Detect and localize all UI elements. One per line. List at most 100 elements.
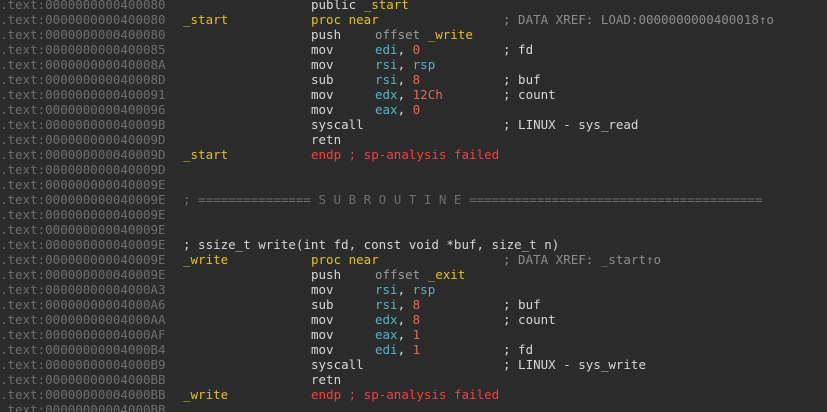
line-comment[interactable]: ; fd (503, 342, 533, 357)
line-address[interactable]: .text:0000000000400091 (0, 87, 166, 102)
line-mnemonic[interactable]: retn (311, 372, 341, 387)
line-operands[interactable]: offset _write (375, 27, 473, 42)
line-text-token[interactable]: ; ssize_t write(int fd, const void *buf,… (183, 237, 559, 252)
line-address[interactable]: .text:000000000040008A (0, 57, 166, 72)
line-mnemonic[interactable]: endp ; sp-analysis failed (311, 387, 499, 402)
line-address[interactable]: .text:00000000004000BB (0, 372, 166, 387)
line-operands-token[interactable]: rsp (413, 57, 436, 72)
line-mnemonic-token[interactable]: retn (311, 372, 341, 387)
line-operands[interactable]: rsi, rsp (375, 57, 435, 72)
line-operands-token[interactable]: rsi (375, 72, 398, 87)
line-address[interactable]: .text:000000000040009D (0, 147, 166, 162)
line-address[interactable]: .text:00000000004000B9 (0, 357, 166, 372)
line-label[interactable]: _write (183, 252, 228, 267)
line-mnemonic-token[interactable]: push (311, 27, 341, 42)
listing-line[interactable]: .text:00000000004000B9 syscall ; LINUX - s… (0, 357, 827, 372)
line-operands-token[interactable]: rsi (375, 282, 398, 297)
line-operands-token[interactable]: 8 (413, 72, 421, 87)
listing-line[interactable]: .text:000000000040009D retn (0, 132, 827, 147)
listing-line[interactable]: .text:000000000040009B syscall ; LINUX - s… (0, 117, 827, 132)
line-operands-token[interactable]: offset (375, 27, 428, 42)
line-mnemonic-token[interactable]: public (311, 0, 364, 12)
line-operands[interactable]: offset _exit (375, 267, 465, 282)
line-address[interactable]: .text:00000000004000B4 (0, 342, 166, 357)
line-comment[interactable]: ; buf (503, 72, 541, 87)
line-mnemonic-token[interactable]: mov (311, 282, 334, 297)
line-comment[interactable]: ; fd (503, 42, 533, 57)
line-operands-token[interactable]: edx (375, 87, 398, 102)
line-comment-token[interactable]: ; DATA XREF: _start↑o (503, 252, 661, 267)
line-operands-token[interactable]: , (398, 57, 413, 72)
line-address[interactable]: .text:000000000040009D (0, 132, 166, 147)
line-mnemonic[interactable]: sub (311, 72, 334, 87)
line-mnemonic-token[interactable]: retn (311, 132, 341, 147)
line-mnemonic[interactable]: mov (311, 102, 334, 117)
line-operands-token[interactable]: 0 (413, 102, 421, 117)
line-operands-token[interactable]: edx (375, 312, 398, 327)
line-operands-token[interactable]: eax (375, 102, 398, 117)
listing-line[interactable]: .text:00000000004000A3 mov rsi, rsp (0, 282, 827, 297)
line-mnemonic-token[interactable]: mov (311, 42, 334, 57)
listing-line[interactable]: .text:0000000000400091 mov edx, 12Ch ; coun… (0, 87, 827, 102)
line-mnemonic[interactable]: mov (311, 312, 334, 327)
line-mnemonic-token[interactable]: sub (311, 72, 334, 87)
listing-line[interactable]: .text:000000000040009E push offset _exit (0, 267, 827, 282)
line-operands-token[interactable]: , (398, 327, 413, 342)
line-address[interactable]: .text:000000000040009E (0, 192, 166, 207)
listing-line[interactable]: .text:00000000004000BB (0, 402, 827, 412)
line-address[interactable]: .text:000000000040009D (0, 162, 166, 177)
line-operands[interactable]: rsi, 8 (375, 72, 420, 87)
listing-line[interactable]: .text:00000000004000A6 sub rsi, 8 ; buf (0, 297, 827, 312)
line-mnemonic-token[interactable]: syscall (311, 117, 364, 132)
line-operands[interactable]: edx, 12Ch (375, 87, 443, 102)
line-operands-token[interactable]: eax (375, 327, 398, 342)
line-address[interactable]: .text:0000000000400080 (0, 27, 166, 42)
line-comment-token[interactable]: ; DATA XREF: LOAD:0000000000400018↑o (503, 12, 774, 27)
line-operands[interactable]: edi, 1 (375, 342, 420, 357)
line-mnemonic-token[interactable]: mov (311, 327, 334, 342)
line-operands-token[interactable]: , (398, 72, 413, 87)
listing-line[interactable]: .text:0000000000400080 _start proc near ; D… (0, 12, 827, 27)
line-mnemonic[interactable]: mov (311, 42, 334, 57)
line-operands-token[interactable]: _write (428, 27, 473, 42)
line-operands-token[interactable]: offset (375, 267, 428, 282)
line-operands-token[interactable]: 8 (413, 297, 421, 312)
line-operands[interactable]: rsi, 8 (375, 297, 420, 312)
line-comment-token[interactable]: ; LINUX - sys_read (503, 117, 638, 132)
listing-line[interactable]: .text:000000000040009D (0, 162, 827, 177)
line-mnemonic[interactable]: proc near (311, 252, 379, 267)
line-comment-token[interactable]: ; buf (503, 297, 541, 312)
line-comment[interactable]: ; count (503, 87, 556, 102)
line-operands-token[interactable]: , (398, 282, 413, 297)
listing-line[interactable]: .text:000000000040009E ; =============== … (0, 192, 827, 207)
line-operands-token[interactable]: 1 (413, 342, 421, 357)
line-operands-token[interactable]: , (398, 42, 413, 57)
line-mnemonic[interactable]: syscall (311, 357, 364, 372)
listing-line[interactable]: .text:000000000040009D _start endp ; sp-an… (0, 147, 827, 162)
line-address[interactable]: .text:00000000004000AA (0, 312, 166, 327)
line-address[interactable]: .text:0000000000400096 (0, 102, 166, 117)
line-operands-token[interactable]: , (398, 102, 413, 117)
line-comment[interactable]: ; buf (503, 297, 541, 312)
line-operands[interactable]: edi, 0 (375, 42, 420, 57)
line-mnemonic-token[interactable]: _start (364, 0, 409, 12)
line-mnemonic[interactable]: sub (311, 297, 334, 312)
line-mnemonic-token[interactable]: push (311, 267, 341, 282)
line-mnemonic-token[interactable]: endp ; sp-analysis failed (311, 147, 499, 162)
line-mnemonic[interactable]: mov (311, 87, 334, 102)
line-mnemonic-token[interactable]: mov (311, 102, 334, 117)
line-address[interactable]: .text:00000000004000BB (0, 387, 166, 402)
listing-line[interactable]: .text:0000000000400096 mov eax, 0 (0, 102, 827, 117)
line-mnemonic-token[interactable]: mov (311, 57, 334, 72)
line-operands-token[interactable]: edi (375, 342, 398, 357)
line-address[interactable]: .text:000000000040009E (0, 252, 166, 267)
line-operands[interactable]: eax, 0 (375, 102, 420, 117)
listing-line[interactable]: .text:00000000004000AF mov eax, 1 (0, 327, 827, 342)
line-comment-token[interactable]: ; LINUX - sys_write (503, 357, 646, 372)
line-mnemonic[interactable]: syscall (311, 117, 364, 132)
line-label[interactable]: _write (183, 387, 228, 402)
line-comment[interactable]: ; DATA XREF: LOAD:0000000000400018↑o (503, 12, 774, 27)
line-address[interactable]: .text:0000000000400080 (0, 0, 166, 12)
line-mnemonic-token[interactable]: mov (311, 342, 334, 357)
line-address[interactable]: .text:000000000040009E (0, 222, 166, 237)
